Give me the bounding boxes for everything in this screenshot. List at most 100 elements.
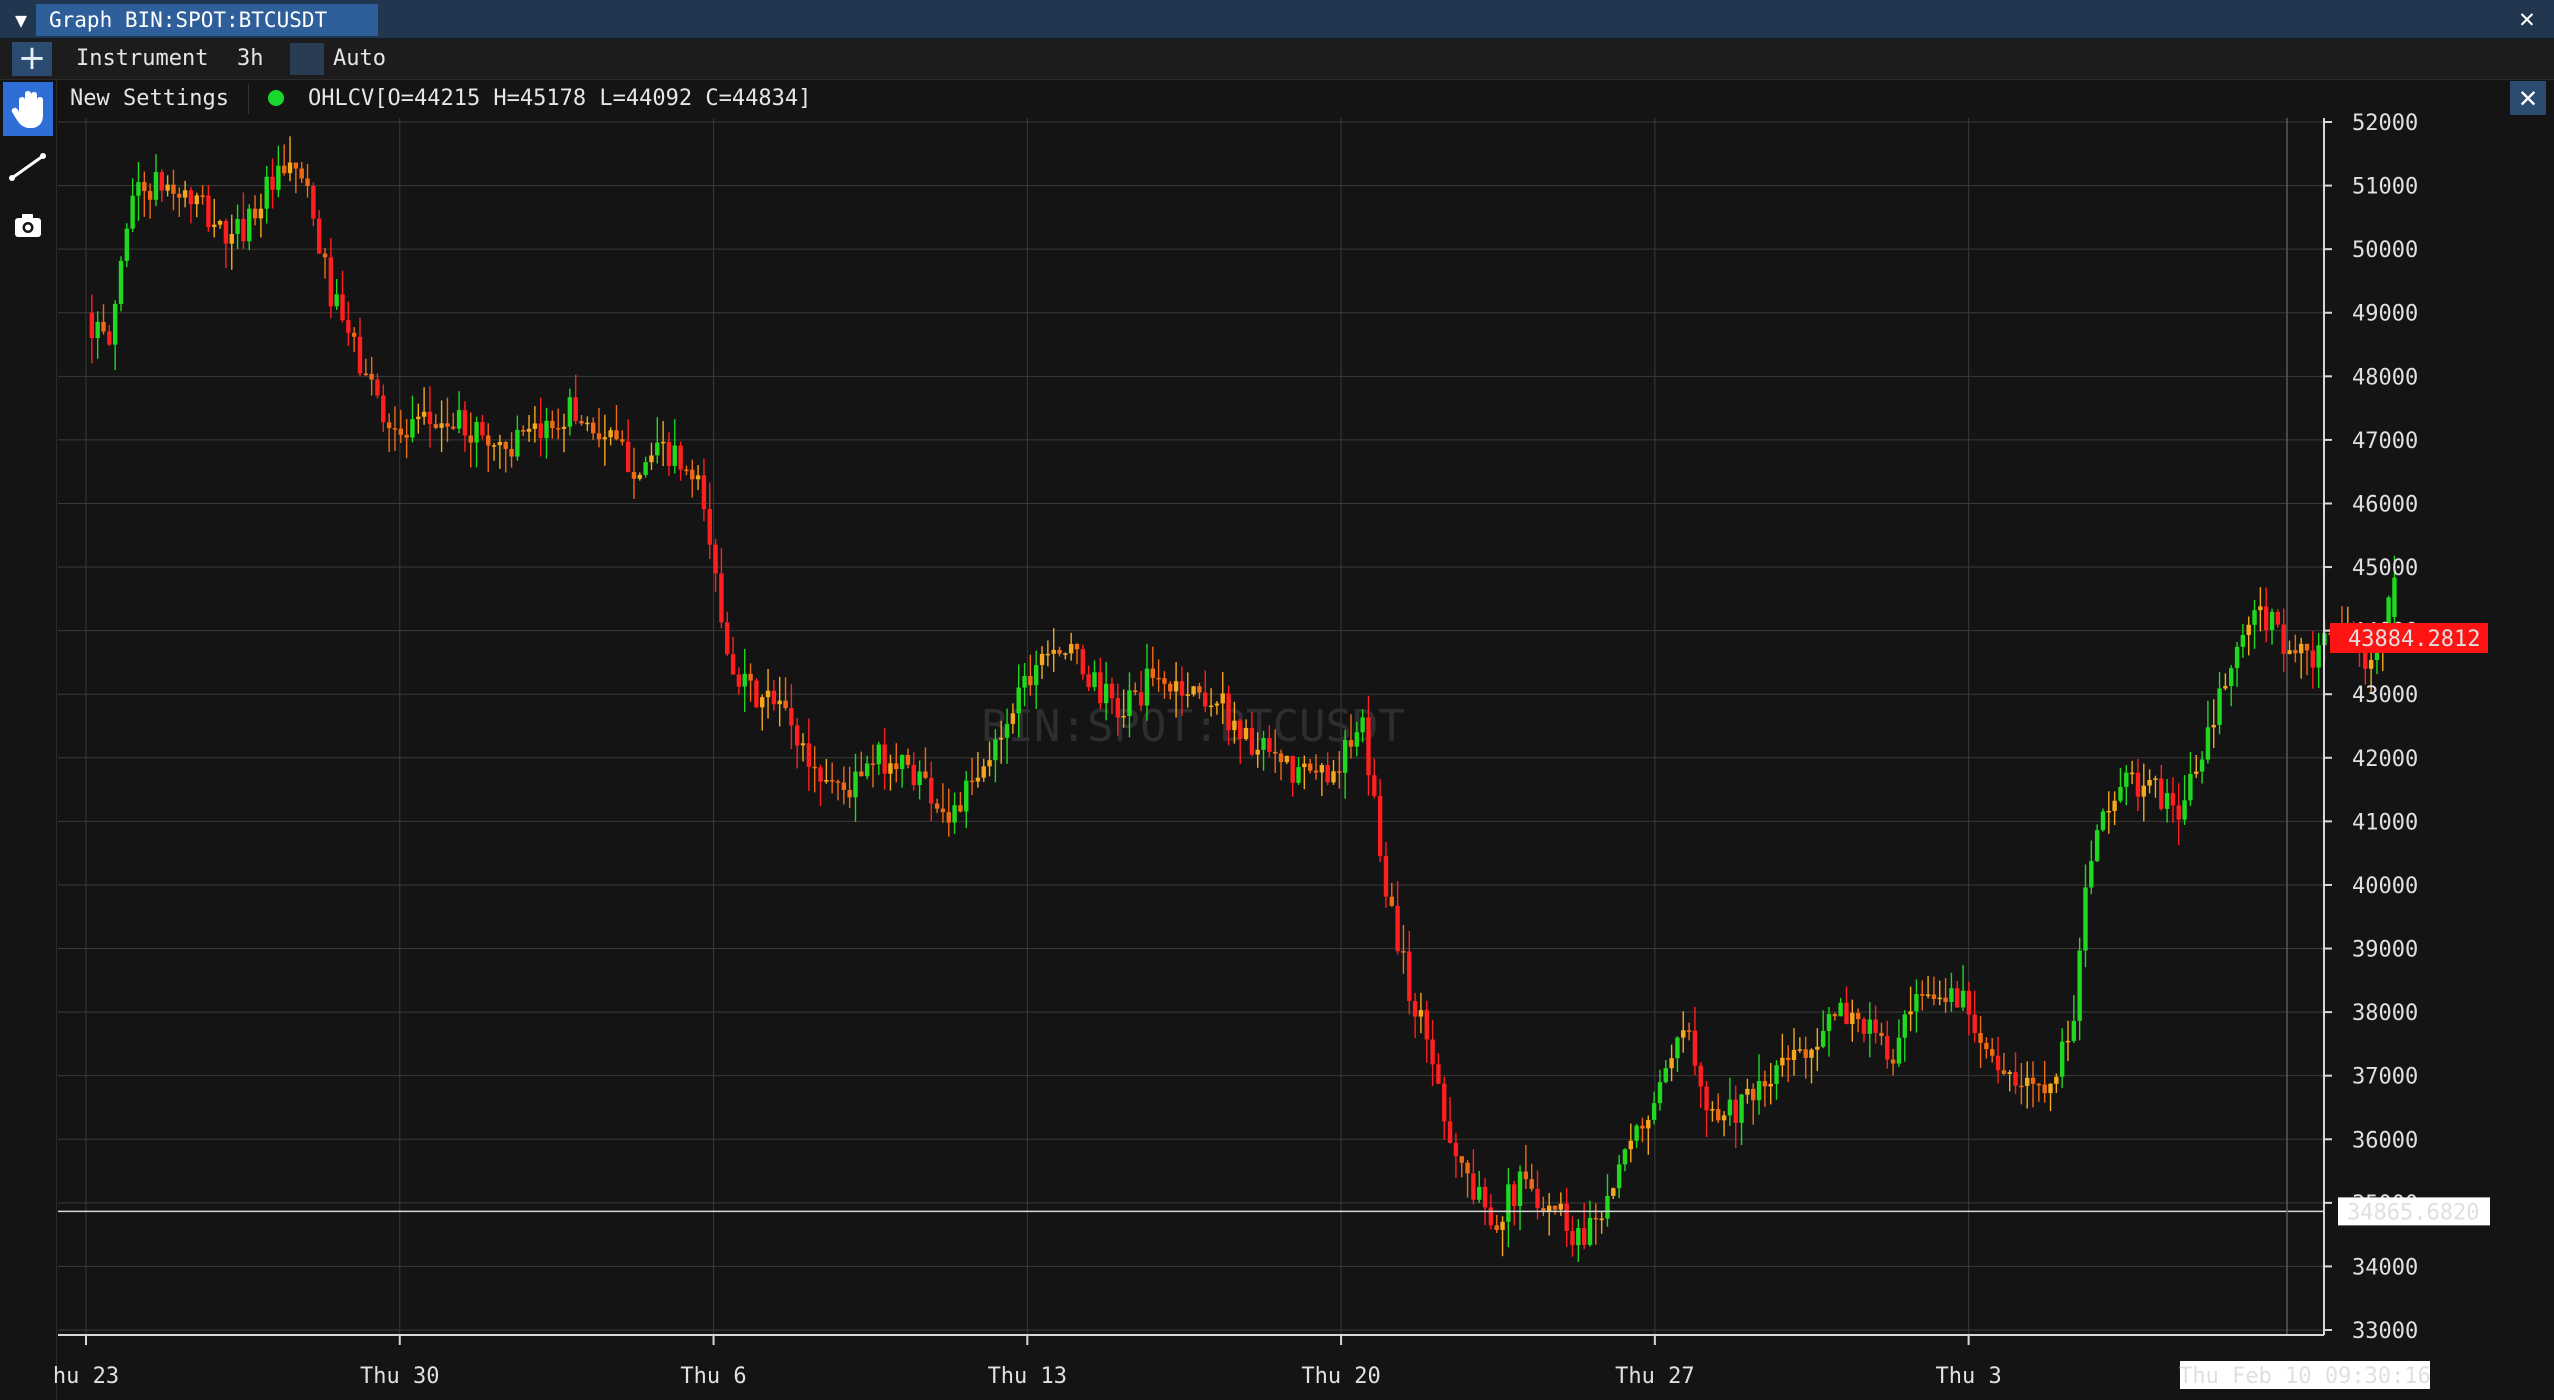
candle-body	[1902, 1014, 1907, 1038]
candle-body	[993, 739, 998, 761]
candle-body	[1156, 677, 1161, 680]
candle-body	[375, 379, 380, 396]
candle-body	[1861, 1019, 1867, 1034]
candle-body	[2188, 773, 2193, 801]
candle-body	[1278, 753, 1284, 763]
candle-body	[491, 445, 497, 447]
candle-body	[1990, 1049, 1995, 1056]
candle-body	[2170, 793, 2176, 806]
candle-body	[1255, 749, 1260, 755]
candle-body	[206, 195, 211, 228]
candle-body	[1045, 653, 1051, 656]
candle-body	[287, 162, 293, 174]
candle-body	[2281, 624, 2286, 654]
candle-body	[2269, 611, 2275, 631]
candle-body	[1809, 1049, 1814, 1058]
candle-body	[1016, 687, 1021, 714]
candle-body	[124, 228, 130, 261]
candle-body	[392, 428, 398, 430]
candle-body	[1820, 1030, 1826, 1047]
candle-body	[1651, 1103, 1657, 1120]
candle-body	[1360, 717, 1365, 733]
candle-body	[1844, 1002, 1849, 1025]
candle-body	[1302, 763, 1307, 768]
candle-body	[1506, 1184, 1511, 1222]
candle-body	[2182, 800, 2187, 820]
close-indicator-button[interactable]: ✕	[2510, 81, 2546, 115]
y-axis-ticks: 3300034000350003600037000380003900040000…	[2324, 111, 2418, 1344]
candle-body	[101, 321, 106, 332]
candle-body	[2065, 1040, 2071, 1043]
candle-body	[1867, 1019, 1872, 1034]
candlestick-chart[interactable]: BIN:SPOT:BTCUSDT 33000340003500036000370…	[0, 0, 2554, 1400]
candle-body	[999, 737, 1004, 740]
y-tick-label: 48000	[2352, 365, 2418, 390]
candle-body	[118, 260, 124, 304]
candle-body	[439, 423, 444, 428]
candle-body	[95, 321, 100, 338]
candle-body	[2013, 1072, 2018, 1086]
y-tick-label: 43000	[2352, 683, 2418, 708]
candle-body	[299, 168, 304, 179]
candle-body	[1535, 1188, 1540, 1209]
candle-body	[1640, 1125, 1645, 1129]
candle-body	[311, 185, 316, 219]
candle-body	[1127, 690, 1132, 716]
candle-body	[1168, 683, 1173, 692]
candle-body	[2083, 887, 2088, 951]
candle-body	[1273, 751, 1278, 754]
y-tick-label: 47000	[2352, 429, 2418, 454]
candle-body	[2240, 634, 2246, 647]
candle-body	[1605, 1195, 1610, 1219]
y-tick-label: 50000	[2352, 238, 2418, 263]
candle-body	[369, 373, 374, 380]
candle-body	[1628, 1140, 1633, 1150]
candle-body	[2048, 1083, 2053, 1094]
candle-body	[794, 725, 800, 746]
candle-body	[1325, 765, 1330, 783]
candle-body	[1663, 1068, 1668, 1083]
candle-body	[136, 182, 141, 196]
candle-body	[1459, 1156, 1464, 1163]
candle-body	[468, 435, 473, 443]
new-settings-button[interactable]: New Settings	[70, 80, 229, 118]
candle-body	[911, 764, 916, 786]
candle-body	[1937, 997, 1942, 1000]
candle-body	[2024, 1077, 2030, 1086]
candle-body	[2316, 645, 2321, 668]
candle-body	[2298, 643, 2304, 654]
candle-body	[1564, 1203, 1569, 1231]
candle-body	[2258, 606, 2263, 611]
crosshair-price-label: 34865.6820	[2347, 1200, 2479, 1225]
candle-body	[655, 442, 660, 456]
candle-body	[573, 397, 578, 422]
candle-body	[1762, 1081, 1768, 1087]
candle-body	[1576, 1228, 1581, 1246]
candle-body	[1925, 994, 1931, 996]
candle-body	[328, 257, 334, 307]
candle-body	[1896, 1037, 1902, 1064]
candle-body	[964, 780, 969, 812]
candle-body	[456, 410, 462, 429]
candle-body	[2217, 688, 2222, 725]
candle-body	[1838, 1002, 1843, 1017]
candle-body	[1197, 686, 1202, 693]
candle-body	[864, 763, 870, 777]
candle-body	[1226, 693, 1231, 731]
candle-body	[404, 434, 409, 438]
candle-body	[2293, 650, 2298, 654]
candle-body	[2363, 651, 2368, 669]
candle-body	[771, 690, 777, 705]
candle-body	[730, 654, 736, 675]
candle-body	[1465, 1162, 1470, 1174]
candle-body	[806, 743, 812, 767]
ohlcv-indicator-label[interactable]: OHLCV[O=44215 H=45178 L=44092 C=44834]	[308, 80, 811, 118]
candle-body	[2223, 686, 2228, 689]
candle-body	[643, 462, 648, 475]
candle-body	[800, 743, 806, 746]
candle-body	[1424, 1010, 1429, 1040]
candle-body	[812, 766, 817, 769]
candle-body	[182, 190, 188, 198]
candle-body	[1442, 1083, 1447, 1122]
candle-body	[363, 373, 369, 376]
